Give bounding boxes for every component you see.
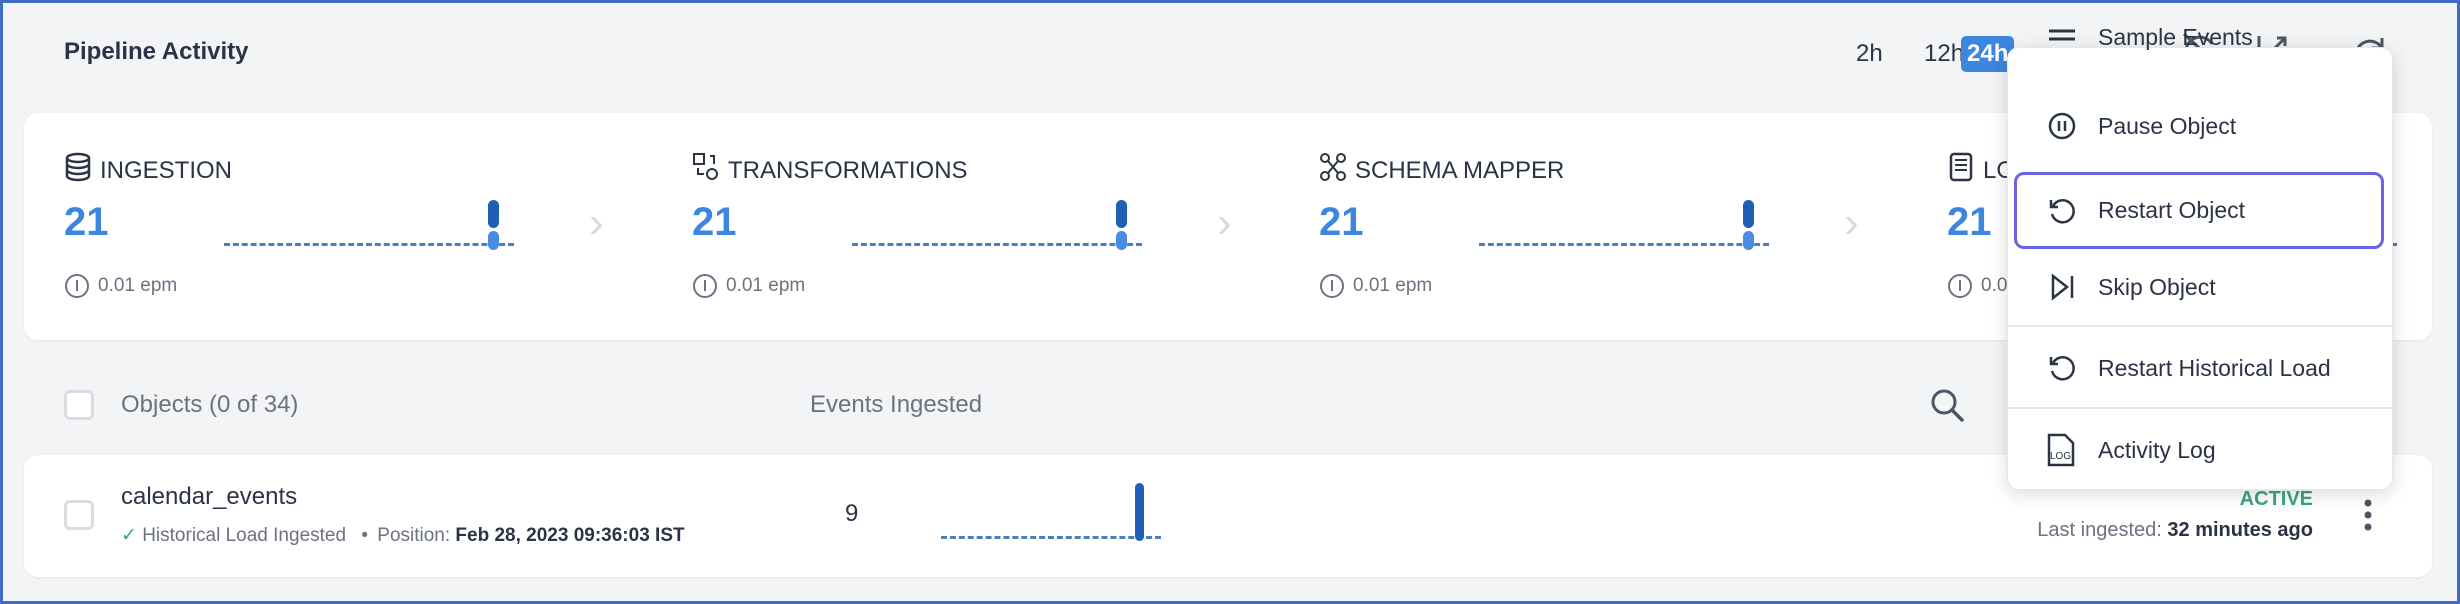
svg-text:LOG: LOG [2050,451,2071,462]
stage-0-rate: 0.01 epm [64,273,177,299]
log-file-icon: LOG [2042,433,2082,467]
row-sparkline [941,483,1161,545]
stage-1-label: TRANSFORMATIONS [692,152,968,189]
load-status: Historical Load Ingested [142,525,347,546]
stage-2-rate: 0.01 epm [1319,273,1432,299]
menu-item-pause-object[interactable]: Pause Object [2008,94,2392,158]
object-actions-menu: Sample Events Pause Object Restart Objec… [2007,24,2393,490]
stage-0-count: 21 [64,200,109,244]
search-icon[interactable] [1928,386,1968,426]
sparkline-bar [488,231,499,250]
pause-icon [2042,111,2082,141]
sparkline-baseline [224,243,514,246]
gauge-icon [693,274,717,298]
sparkline-baseline [852,243,1142,246]
database-icon [64,152,92,189]
row-checkbox[interactable] [64,500,94,530]
chevron-right-icon: › [589,198,604,247]
object-meta: ✓ Historical Load Ingested • Position: F… [121,524,685,547]
events-count: 9 [845,500,859,527]
restart-icon [2042,353,2082,383]
menu-item-activity-log[interactable]: LOG Activity Log [2008,418,2392,482]
stage-3-label: LO [1947,152,2015,189]
gauge-icon [1320,274,1344,298]
last-ingested-label: Last ingested: [2037,519,2162,541]
status-badge: ACTIVE [2239,488,2313,510]
object-name[interactable]: calendar_events [121,483,297,511]
menu-item-restart-object[interactable]: Restart Object [2014,172,2384,249]
transformations-icon [692,152,720,189]
sparkline-baseline [1479,243,1769,246]
page-title: Pipeline Activity [64,38,249,65]
sparkline-bar [1743,200,1754,228]
loader-icon [1947,152,1975,189]
position-value: Feb 28, 2023 09:36:03 IST [455,525,685,546]
gauge-icon [65,274,89,298]
stage-1-count: 21 [692,200,737,244]
stage-1-sparkline [852,200,1142,252]
menu-divider [2008,325,2392,327]
sparkline-baseline [941,536,1161,539]
bullet: • [361,525,368,546]
sparkline-bar [1135,483,1144,541]
menu-item-restart-historical-load[interactable]: Restart Historical Load [2008,336,2392,400]
last-ingested-value: 32 minutes ago [2167,519,2313,541]
stage-2-count: 21 [1319,200,1364,244]
stage-2-sparkline [1479,200,1769,252]
menu-item-sample-events[interactable]: Sample Events [2008,12,2392,62]
sparkline-bar [488,200,499,228]
position-label: Position: [377,525,451,546]
restart-icon [2042,196,2082,226]
sparkline-bar [1743,231,1754,250]
stage-2-label: SCHEMA MAPPER [1319,152,1564,189]
skip-icon [2042,272,2082,302]
check-icon: ✓ [121,525,137,546]
select-all-checkbox[interactable] [64,390,94,420]
menu-item-skip-object[interactable]: Skip Object [2008,255,2392,319]
objects-header: Objects (0 of 34) [121,391,299,418]
range-2h-button[interactable]: 2h [1850,36,1889,72]
stage-3-rate: 0.0 [1947,273,2007,299]
events-ingested-header: Events Ingested [810,391,983,418]
stage-0-label: INGESTION [64,152,232,189]
gauge-icon [1948,274,1972,298]
schema-mapper-icon [1319,152,1347,189]
stage-1-rate: 0.01 epm [692,273,805,299]
sparkline-bar [1116,200,1127,228]
more-options-icon[interactable] [2360,497,2376,537]
stage-0-sparkline [224,200,514,252]
chevron-right-icon: › [1844,198,1859,247]
sparkline-bar [1116,231,1127,250]
menu-divider [2008,407,2392,409]
last-ingested: Last ingested: 32 minutes ago [2037,519,2313,542]
chevron-right-icon: › [1217,198,1232,247]
list-icon [2042,25,2082,49]
stage-3-count: 21 [1947,200,1992,244]
